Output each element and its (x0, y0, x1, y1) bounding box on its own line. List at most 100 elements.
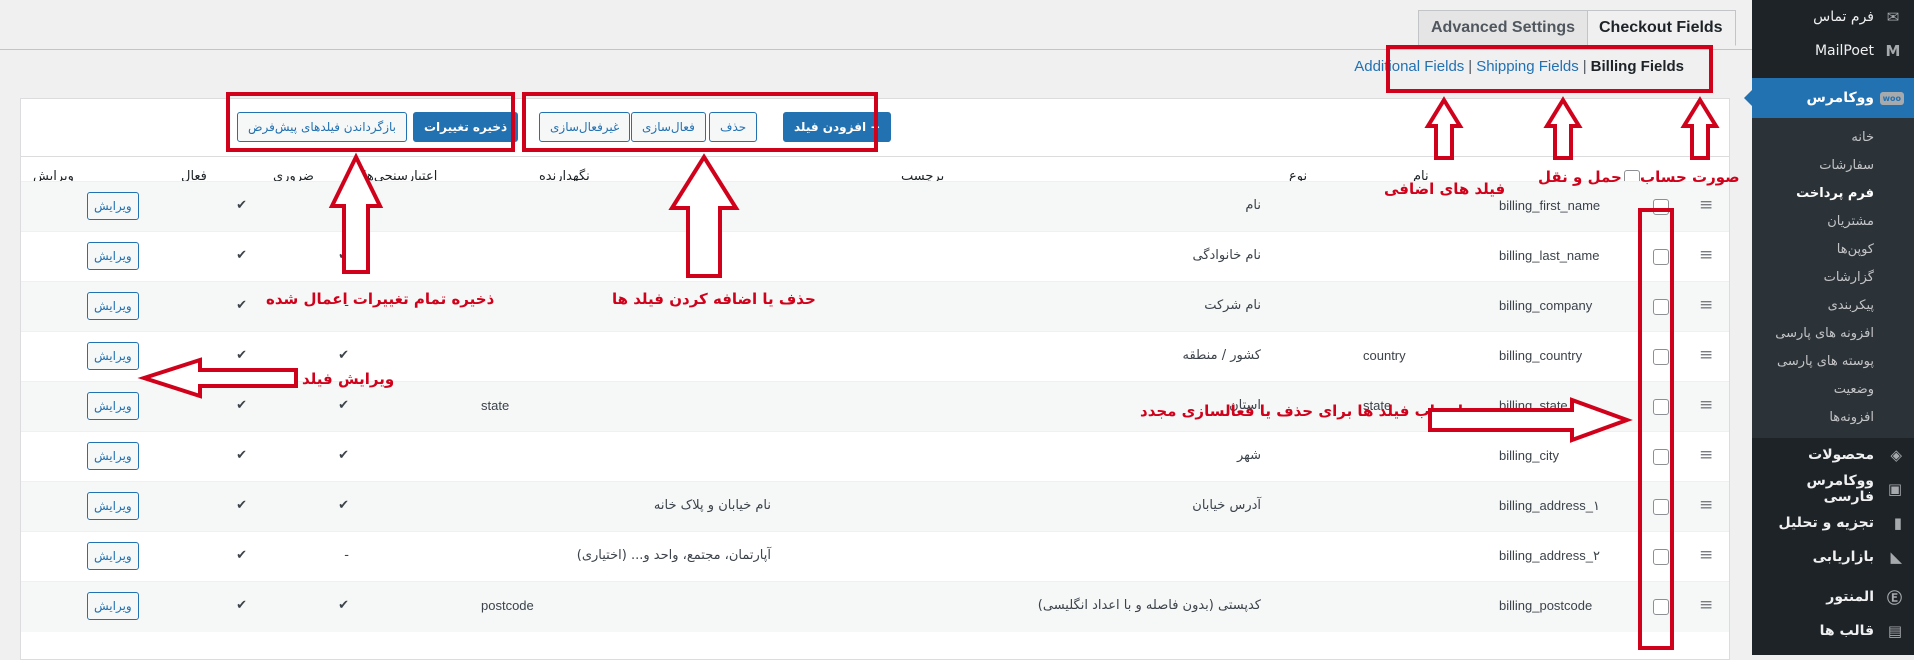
submenu-item-status[interactable]: وضعیت (1752, 376, 1914, 404)
cell-enabled: ✔ (236, 298, 247, 313)
annotation-field-actions: حذف یا اضافه کردن فیلد ها (612, 290, 816, 308)
annotation-shipping: حمل و نقل (1538, 168, 1622, 186)
sidebar-item-themes[interactable]: ▤ قالب ها (1752, 614, 1914, 648)
submenu-item-settings[interactable]: پیکربندی (1752, 292, 1914, 320)
folder-icon: ▤ (1887, 622, 1902, 640)
table-row: ≡ billing_address_۲ آپارتمان، مجتمع، واحد … (21, 531, 1729, 582)
annotation-save-all: ذخیره تمام تغییرات اعمال شده (266, 290, 495, 308)
cell-required: - (344, 548, 349, 563)
sidebar-item-label: بازاریابی (1812, 549, 1874, 565)
submenu-item-checkout-form[interactable]: فرم پرداخت (1752, 180, 1914, 208)
annotation-billing: صورت حساب (1640, 168, 1740, 186)
cell-label: نام خانوادگی (1192, 248, 1261, 263)
submenu-item-extensions[interactable]: افزونه‌ها (1752, 404, 1914, 432)
sidebar-item-label: المنتور (1826, 589, 1874, 605)
megaphone-icon: ◣ (1890, 548, 1902, 566)
sidebar-item-label: محصولات (1808, 447, 1874, 463)
annotation-box-save-reset (226, 92, 515, 152)
sidebar-item-label: ووکامرس (1806, 90, 1875, 106)
cell-enabled: ✔ (236, 598, 247, 613)
cell-validation: state (481, 398, 510, 413)
submenu-item-parsi-plugins[interactable]: افزونه های پارسی (1752, 320, 1914, 348)
cell-validation: postcode (481, 598, 534, 613)
cell-enabled: ✔ (236, 248, 247, 263)
cell-label: کدپستی (بدون فاصله و با اعداد انگلیسی) (1037, 598, 1261, 613)
cell-label: کشور / منطقه (1182, 348, 1261, 363)
sidebar-item-mailpoet[interactable]: M MailPoet (1752, 34, 1914, 68)
box-icon: ◈ (1890, 446, 1902, 464)
cell-required: ✔ (338, 398, 349, 413)
table-row: ≡ billing_postcode کدپستی (بدون فاصله و با… (21, 581, 1729, 632)
cell-name: billing_address_۱ (1499, 498, 1600, 513)
edit-field-button[interactable]: ویرایش (87, 242, 139, 270)
cell-name: billing_country (1499, 348, 1583, 363)
drag-handle-icon[interactable]: ≡ (1699, 495, 1713, 515)
cell-name: billing_state (1499, 398, 1568, 413)
table-row: ≡ billing_last_name نام خانوادگی ✔ ✔ ویرایش (21, 231, 1729, 282)
sidebar-submenu: خانه سفارشات فرم پرداخت مشتریان کوپن‌ها … (1752, 118, 1914, 438)
cell-label: شهر (1236, 448, 1261, 463)
sidebar-item-label: قالب ها (1819, 623, 1874, 639)
cell-label: نام (1245, 198, 1261, 213)
cell-required: ✔ (338, 198, 349, 213)
table-row: ≡ billing_address_۱ آدرس خیابان نام خیابان … (21, 481, 1729, 532)
submenu-item-parsi-themes[interactable]: پوسته های پارسی (1752, 348, 1914, 376)
edit-field-button[interactable]: ویرایش (87, 292, 139, 320)
cell-enabled: ✔ (236, 548, 247, 563)
annotation-box-field-actions (522, 92, 878, 152)
edit-field-button[interactable]: ویرایش (87, 192, 139, 220)
drag-handle-icon[interactable]: ≡ (1699, 295, 1713, 315)
tab-checkout-fields[interactable]: Checkout Fields (1586, 10, 1736, 46)
drag-handle-icon[interactable]: ≡ (1699, 245, 1713, 265)
annotation-select-fields: انتخاب فیلد ها برای حذف یا فعالسازی مجدد (1140, 402, 1464, 420)
drag-handle-icon[interactable]: ≡ (1699, 345, 1713, 365)
cell-name: billing_city (1499, 448, 1559, 463)
sidebar-item-woocommerce[interactable]: woo ووکامرس (1744, 78, 1914, 118)
edit-field-button[interactable]: ویرایش (87, 542, 139, 570)
edit-field-button[interactable]: ویرایش (87, 392, 139, 420)
cell-required: ✔ (338, 248, 349, 263)
drag-handle-icon[interactable]: ≡ (1699, 195, 1713, 215)
edit-field-button[interactable]: ویرایش (87, 342, 139, 370)
sidebar-item-label: MailPoet (1814, 43, 1874, 59)
sidebar-item-contact-form[interactable]: ✉ فرم تماس (1752, 0, 1914, 34)
sidebar-item-elementor[interactable]: Ⓔ المنتور (1752, 580, 1914, 614)
cell-type: country (1363, 348, 1406, 363)
edit-field-button[interactable]: ویرایش (87, 442, 139, 470)
sidebar-item-marketing[interactable]: ◣ بازاریابی (1752, 540, 1914, 574)
tab-advanced-settings[interactable]: Advanced Settings (1418, 10, 1589, 46)
drag-handle-icon[interactable]: ≡ (1699, 445, 1713, 465)
cell-enabled: ✔ (236, 198, 247, 213)
cell-name: billing_first_name (1499, 198, 1601, 213)
sidebar-item-label: ووکامرس فارسی (1806, 473, 1875, 505)
edit-field-button[interactable]: ویرایش (87, 492, 139, 520)
sidebar-item-analytics[interactable]: ▮ تجزیه و تحلیل (1752, 506, 1914, 540)
admin-sidebar: ✉ فرم تماس M MailPoet woo ووکامرس خانه س… (1744, 0, 1914, 655)
drag-handle-icon[interactable]: ≡ (1699, 545, 1713, 565)
cell-label: نام شرکت (1204, 298, 1261, 313)
drag-handle-icon[interactable]: ≡ (1699, 595, 1713, 615)
submenu-item-orders[interactable]: سفارشات (1752, 152, 1914, 180)
submenu-item-coupons[interactable]: کوپن‌ها (1752, 236, 1914, 264)
sidebar-item-products[interactable]: ◈ محصولات (1752, 438, 1914, 472)
drag-handle-icon[interactable]: ≡ (1699, 395, 1713, 415)
table-row: ≡ billing_city شهر ✔ ✔ ویرایش (21, 431, 1729, 482)
annotation-box-subnav (1386, 45, 1713, 93)
submenu-item-reports[interactable]: گزارشات (1752, 264, 1914, 292)
annotation-edit-field: ویرایش فیلد (302, 370, 395, 388)
cell-required: ✔ (338, 348, 349, 363)
table-row: ≡ billing_country country کشور / منطقه ✔ ✔ ویر… (21, 331, 1729, 382)
cell-enabled: ✔ (236, 348, 247, 363)
mailpoet-icon: M (1885, 42, 1901, 60)
cell-required: ✔ (338, 498, 349, 513)
cell-name: billing_address_۲ (1499, 548, 1600, 563)
cell-enabled: ✔ (236, 498, 247, 513)
elementor-icon: Ⓔ (1886, 588, 1902, 607)
cell-enabled: ✔ (236, 448, 247, 463)
submenu-item-customers[interactable]: مشتریان (1752, 208, 1914, 236)
submenu-item-home[interactable]: خانه (1752, 124, 1914, 152)
sidebar-item-woocommerce-farsi[interactable]: ▣ ووکامرس فارسی (1752, 472, 1914, 506)
edit-field-button[interactable]: ویرایش (87, 592, 139, 620)
cell-required: ✔ (338, 598, 349, 613)
envelope-icon: ✉ (1886, 8, 1900, 26)
